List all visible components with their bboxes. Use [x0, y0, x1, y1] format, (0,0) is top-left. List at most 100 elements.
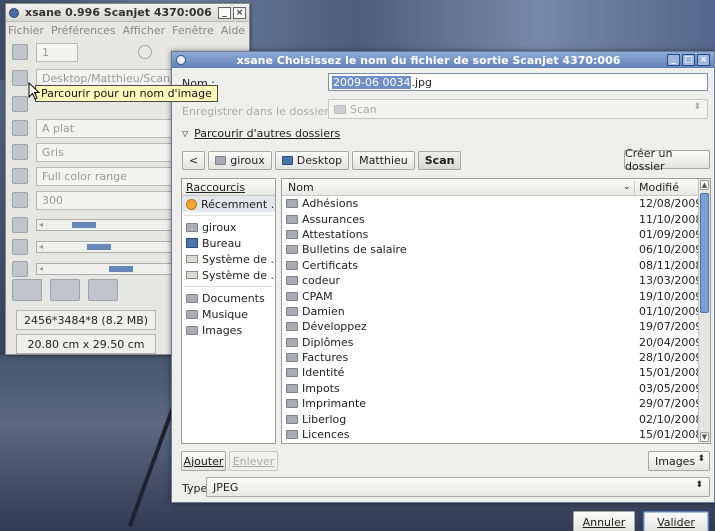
file-row[interactable]: codeur 13/03/2009	[282, 273, 710, 288]
path-back-button[interactable]: <	[182, 151, 206, 170]
places-header[interactable]: Raccourcis	[182, 179, 275, 196]
close-button[interactable]: ×	[233, 6, 246, 19]
create-folder-button[interactable]: Créer un dossier	[624, 147, 710, 173]
desktop-icon	[281, 156, 293, 165]
file-modified-date: 19/10/2009	[639, 289, 703, 303]
add-bookmark-button[interactable]: Ajouter	[181, 451, 226, 471]
file-list-scrollbar[interactable]: ▲ ▼	[698, 179, 710, 443]
scroll-down-icon[interactable]: ▼	[700, 432, 709, 442]
column-header-name[interactable]: Nom	[288, 181, 314, 194]
target-icon[interactable]	[138, 45, 152, 59]
place-filesystem-2[interactable]: Système de ...	[182, 267, 275, 283]
menu-fichier[interactable]: Fichier	[8, 24, 44, 37]
drive-icon	[186, 271, 198, 279]
desktop-icon	[186, 238, 198, 248]
default-enhance-icon[interactable]	[50, 279, 80, 301]
file-row[interactable]: Certificats 08/11/2008	[282, 258, 710, 273]
file-row[interactable]: Assurances 11/10/2008	[282, 211, 710, 226]
file-type-combo[interactable]: JPEG ⬍	[206, 477, 710, 497]
place-images[interactable]: Images	[182, 322, 275, 338]
place-musique[interactable]: Musique	[182, 306, 275, 322]
gamma-slider-knob[interactable]	[72, 222, 96, 228]
browse-filename-icon[interactable]	[12, 70, 28, 86]
auto-adjust-icon[interactable]	[12, 279, 42, 301]
path-button-giroux[interactable]: giroux	[208, 151, 272, 170]
menu-preferences[interactable]: Préférences	[51, 24, 116, 37]
menu-afficher[interactable]: Afficher	[123, 24, 165, 37]
remove-bookmark-button[interactable]: Enlever	[229, 451, 278, 471]
dialog-title-bar[interactable]: xsane Choisissez le nom du fichier de so…	[172, 52, 714, 68]
ok-button[interactable]: Valider	[643, 511, 709, 531]
path-button-desktop[interactable]: Desktop	[274, 151, 350, 170]
file-row[interactable]: Identité 15/01/2008	[282, 365, 710, 380]
file-modified-date: 19/07/2009	[639, 320, 703, 334]
column-separator	[634, 181, 635, 194]
scroll-up-icon[interactable]: ▲	[700, 180, 709, 190]
file-modified-date: 01/09/2009	[639, 227, 703, 241]
gamma-slider[interactable]: ◂	[36, 219, 184, 231]
type-label: Type	[182, 482, 208, 495]
minimize-button[interactable]: _	[218, 6, 231, 19]
file-filter-combo[interactable]: Images ⬍	[648, 451, 710, 471]
filename-input[interactable]: 2009-06 0034 .jpg	[328, 73, 708, 91]
resolution-icon	[12, 192, 28, 208]
dialog-maximize-button[interactable]: □	[682, 54, 695, 66]
file-name: Liberlog	[286, 413, 346, 426]
folder-icon	[286, 260, 298, 270]
recent-icon	[186, 198, 197, 210]
place-giroux[interactable]: giroux	[182, 219, 275, 235]
file-modified-date: 03/05/2009	[639, 381, 703, 395]
file-row[interactable]: Diplômes 20/04/2009	[282, 335, 710, 350]
brightness-row: ◂	[12, 237, 184, 257]
dialog-minimize-button[interactable]: _	[667, 54, 680, 66]
file-row[interactable]: Attestations 01/09/2009	[282, 227, 710, 242]
path-button-scan[interactable]: Scan	[417, 151, 462, 170]
browse-other-folders-expander[interactable]: ▽ Parcourir d'autres dossiers	[182, 127, 340, 140]
file-row[interactable]: CPAM 19/10/2009	[282, 288, 710, 303]
save-in-folder-value: Scan	[350, 102, 377, 116]
file-row[interactable]: Bulletins de salaire 06/10/2009	[282, 242, 710, 257]
place-documents[interactable]: Documents	[182, 290, 275, 306]
folder-icon	[286, 399, 298, 409]
save-in-folder-combo[interactable]: Scan ⬍	[328, 99, 708, 119]
menu-aide[interactable]: Aide	[221, 24, 245, 37]
contrast-slider[interactable]: ◂	[36, 263, 184, 275]
file-row[interactable]: Licences 15/01/2008	[282, 427, 710, 442]
file-list-header: Nom ⌄ Modifié	[282, 179, 710, 196]
brightness-slider-knob[interactable]	[87, 244, 111, 250]
column-header-modified[interactable]: Modifié	[639, 181, 679, 194]
brightness-slider[interactable]: ◂	[36, 241, 184, 253]
dialog-app-icon	[176, 55, 186, 65]
restore-enhance-icon[interactable]	[88, 279, 118, 301]
dialog-close-button[interactable]: ×	[697, 54, 710, 66]
folder-icon	[286, 245, 298, 255]
file-row[interactable]: Impots 03/05/2009	[282, 381, 710, 396]
file-name: Développez	[286, 320, 367, 333]
cancel-button[interactable]: Annuler	[573, 511, 635, 531]
path-button-matthieu[interactable]: Matthieu	[352, 151, 415, 170]
copies-spinner[interactable]: 1	[36, 42, 78, 62]
folder-icon	[286, 337, 298, 347]
folder-icon	[286, 229, 298, 239]
file-rows: Adhésions 12/08/2009 Assurances 11/10/2008 A…	[282, 196, 710, 442]
file-row[interactable]: Factures 28/10/2009	[282, 350, 710, 365]
folder-icon	[286, 322, 298, 332]
file-row[interactable]: Développez 19/07/2009	[282, 319, 710, 334]
menu-fenetre[interactable]: Fenêtre	[172, 24, 214, 37]
file-modified-date: 13/03/2009	[639, 274, 703, 288]
folder-icon	[286, 306, 298, 316]
file-row[interactable]: Liberlog 02/10/2008	[282, 411, 710, 426]
xsane-menubar: Fichier Préférences Afficher Fenêtre Aid…	[6, 22, 249, 38]
file-name: CPAM	[286, 290, 333, 303]
file-row[interactable]: Damien 01/10/2009	[282, 304, 710, 319]
drive-icon	[186, 255, 198, 263]
place-filesystem-1[interactable]: Système de ...	[182, 251, 275, 267]
file-row[interactable]: Adhésions 12/08/2009	[282, 196, 710, 211]
xsane-title-bar[interactable]: xsane 0.996 Scanjet 4370:006 _ ×	[6, 4, 249, 22]
scrollbar-thumb[interactable]	[700, 193, 709, 313]
place-bureau[interactable]: Bureau	[182, 235, 275, 251]
contrast-slider-knob[interactable]	[109, 266, 133, 272]
mouse-cursor-icon	[28, 82, 40, 100]
file-row[interactable]: Imprimante 29/07/2009	[282, 396, 710, 411]
place-recent[interactable]: Récemment ...	[182, 196, 275, 212]
